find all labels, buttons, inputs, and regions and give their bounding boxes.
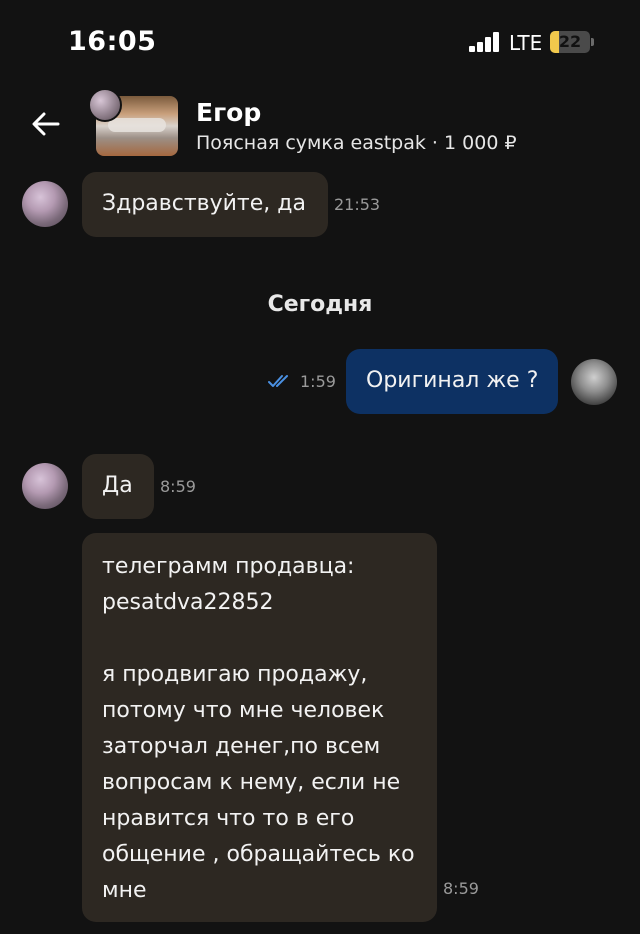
back-arrow-icon[interactable] xyxy=(30,108,62,140)
contact-avatar[interactable] xyxy=(88,88,122,122)
sender-avatar[interactable] xyxy=(22,463,68,509)
my-avatar xyxy=(571,359,617,405)
message-text: Оригинал же ? xyxy=(366,368,539,393)
signal-icon xyxy=(469,32,501,52)
network-type: LTE xyxy=(509,31,543,55)
message-time: 8:59 xyxy=(443,879,479,898)
message-time: 1:59 xyxy=(300,372,336,391)
day-separator: Сегодня xyxy=(267,292,373,317)
message-text: Да xyxy=(102,473,133,498)
battery-percent: 22 xyxy=(558,32,582,51)
read-ticks-icon xyxy=(268,375,288,387)
contact-name[interactable]: Егор xyxy=(196,98,261,127)
message-bubble-incoming[interactable]: Да xyxy=(82,454,154,519)
message-bubble-incoming[interactable]: Здравствуйте, да xyxy=(82,172,328,237)
message-text: телеграмм продавца: pesatdva22852 я прод… xyxy=(102,554,415,903)
message-bubble-incoming[interactable]: телеграмм продавца: pesatdva22852 я прод… xyxy=(82,533,437,922)
listing-title[interactable]: Поясная сумка eastpak · 1 000 ₽ xyxy=(196,132,517,154)
sender-avatar[interactable] xyxy=(22,181,68,227)
message-time: 8:59 xyxy=(160,477,196,496)
message-time: 21:53 xyxy=(334,195,381,214)
status-time: 16:05 xyxy=(68,26,157,57)
battery-icon: 22 xyxy=(550,31,594,53)
message-bubble-outgoing[interactable]: Оригинал же ? xyxy=(346,349,558,414)
message-text: Здравствуйте, да xyxy=(102,191,306,216)
